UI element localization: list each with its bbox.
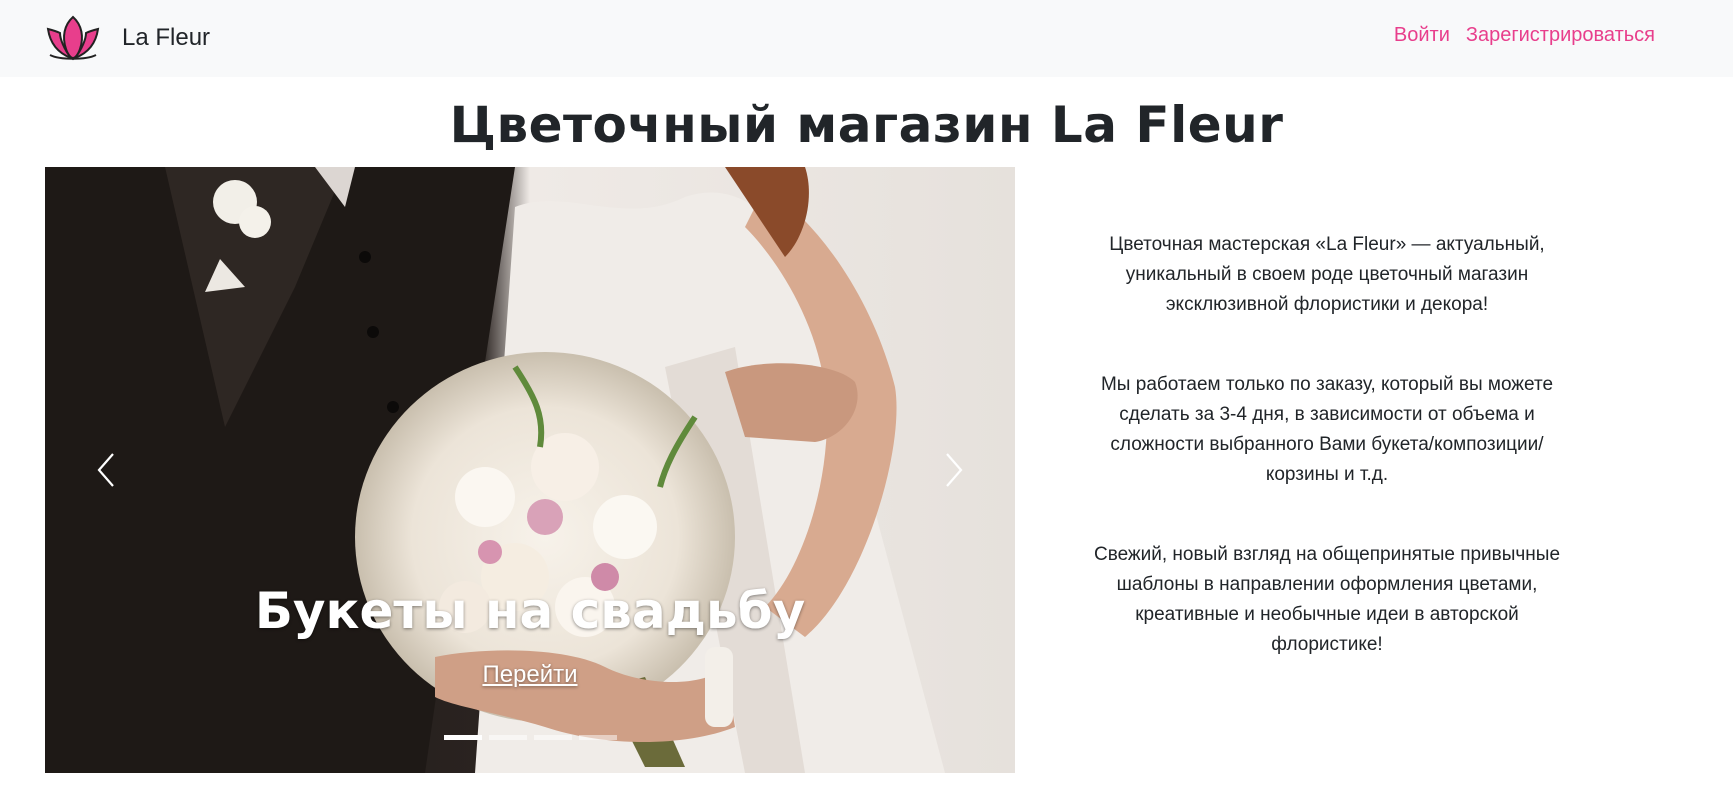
navbar: La Fleur Войти Зарегистрироваться [0,0,1733,77]
carousel-indicator-2[interactable] [488,735,527,740]
about-section: Цветочная мастерская «La Fleur» — актуал… [1080,230,1574,710]
carousel-indicator-3[interactable] [533,735,572,740]
about-paragraph-3: Свежий, новый взгляд на общепринятые при… [1093,544,1561,655]
brand-link[interactable]: La Fleur [44,10,210,66]
nav-links: Войти Зарегистрироваться [1394,20,1655,50]
carousel-caption-link[interactable]: Перейти [482,661,577,688]
about-paragraph-1: Цветочная мастерская «La Fleur» — актуал… [1109,234,1545,315]
carousel-indicators [45,735,1015,740]
carousel-caption-title: Букеты на свадьбу [254,582,806,640]
chevron-left-icon [97,453,114,487]
page-title: Цветочный магазин La Fleur [449,96,1284,154]
carousel-caption-link-wrapper: Перейти [45,661,1015,689]
lotus-flower-icon [46,15,100,61]
about-paragraph-2: Мы работаем только по заказу, который вы… [1100,374,1554,485]
carousel-indicator-4[interactable] [578,735,617,740]
brand-name: La Fleur [122,24,211,51]
login-link[interactable]: Войти [1394,24,1450,47]
chevron-right-icon [946,453,963,487]
carousel-indicator-1[interactable] [443,735,482,740]
carousel: Букеты на свадьбу Перейти [45,167,1015,773]
register-link[interactable]: Зарегистрироваться [1466,24,1655,47]
